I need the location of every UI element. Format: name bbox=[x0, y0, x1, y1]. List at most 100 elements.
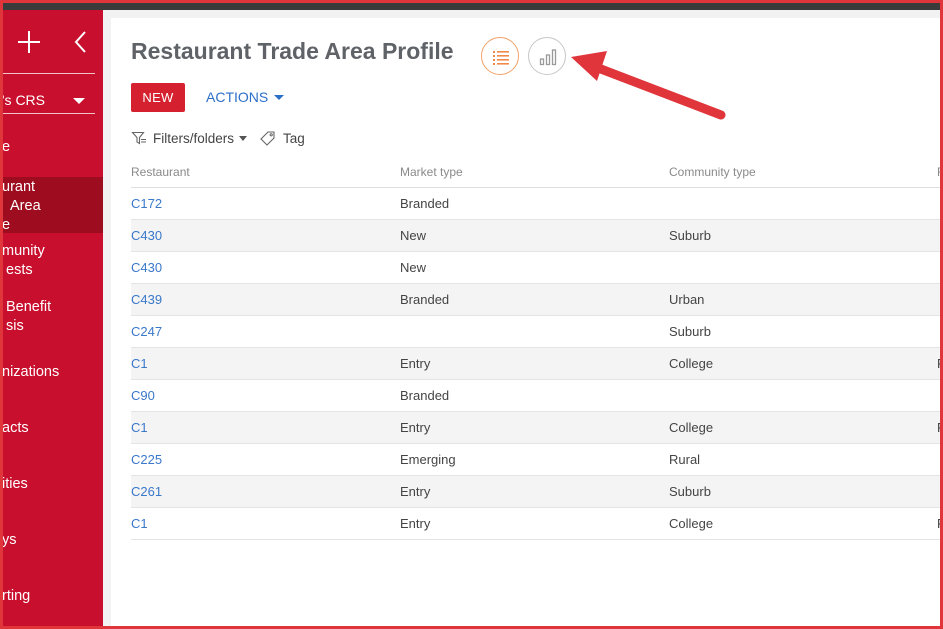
cell-restaurant[interactable]: C90 bbox=[131, 388, 155, 403]
table-row[interactable]: C247 Suburb bbox=[131, 316, 940, 348]
table-row[interactable]: C1 Entry College F bbox=[131, 348, 940, 380]
sidebar-item-restaurant-trade-area-profile[interactable]: urant Area e bbox=[3, 177, 103, 233]
sidebar-item-label: ities bbox=[3, 476, 28, 492]
tag-label: Tag bbox=[283, 130, 305, 146]
sidebar-item-label: urant bbox=[3, 179, 36, 195]
sidebar-item-cost-benefit-analysis[interactable]: Benefit sis bbox=[3, 298, 103, 338]
cell-market-type: Entry bbox=[400, 484, 431, 499]
top-bar bbox=[3, 3, 940, 10]
bar-chart-icon bbox=[539, 49, 557, 66]
table-row[interactable]: C172 Branded bbox=[131, 188, 940, 220]
cell-market-type: Entry bbox=[400, 356, 431, 371]
column-header-market-type[interactable]: Market type bbox=[400, 165, 463, 179]
cell-market-type: Branded bbox=[400, 196, 450, 211]
filter-bar: Filters/folders Tag bbox=[131, 128, 305, 148]
sidebar-item-label: Benefit bbox=[6, 299, 52, 315]
column-header-restaurant[interactable]: Restaurant bbox=[131, 165, 190, 179]
sidebar-item-surveys[interactable]: ys bbox=[3, 531, 103, 553]
cell-market-type: Entry bbox=[400, 516, 431, 531]
new-button[interactable]: NEW bbox=[131, 83, 185, 112]
grid-header: Restaurant Market type Community type R bbox=[131, 156, 940, 188]
sidebar-item-label: ests bbox=[6, 262, 33, 278]
grid-body: C172 Branded C430 New Suburb C430 New C439 Brand… bbox=[131, 188, 940, 540]
workspace-label: 's CRS bbox=[3, 92, 45, 108]
sidebar-divider bbox=[3, 73, 95, 74]
actions-label: ACTIONS bbox=[206, 89, 269, 105]
filters-folders-button[interactable]: Filters/folders bbox=[131, 130, 248, 146]
cell-community-type: Rural bbox=[669, 452, 701, 467]
filter-icon bbox=[131, 131, 146, 145]
cell-restaurant[interactable]: C430 bbox=[131, 228, 162, 243]
table-row[interactable]: C439 Branded Urban bbox=[131, 284, 940, 316]
cell-community-type: College bbox=[669, 516, 714, 531]
cell-community-type: Urban bbox=[669, 292, 705, 307]
list-view-button[interactable] bbox=[481, 37, 519, 75]
sidebar-item-activities[interactable]: ities bbox=[3, 475, 103, 497]
cell-market-type: Emerging bbox=[400, 452, 456, 467]
cell-market-type: Entry bbox=[400, 420, 431, 435]
data-grid: Restaurant Market type Community type R … bbox=[131, 156, 940, 540]
chevron-down-icon bbox=[73, 98, 85, 104]
cell-restaurant[interactable]: C439 bbox=[131, 292, 162, 307]
actions-button[interactable]: ACTIONS bbox=[206, 83, 285, 112]
sidebar-item-label: ys bbox=[3, 532, 17, 548]
table-row[interactable]: C430 New Suburb bbox=[131, 220, 940, 252]
column-header-truncated[interactable]: R bbox=[937, 165, 940, 179]
cell-truncated: F bbox=[937, 420, 940, 435]
sidebar-item-label: rting bbox=[3, 588, 31, 604]
main-area: Restaurant Trade Area Profile NEW ACTION… bbox=[103, 10, 940, 626]
table-row[interactable]: C1 Entry College F bbox=[131, 412, 940, 444]
cell-market-type: Branded bbox=[400, 292, 450, 307]
column-header-community-type[interactable]: Community type bbox=[669, 165, 756, 179]
caret-down-icon bbox=[274, 94, 285, 100]
sidebar-item-label: Area bbox=[10, 198, 41, 214]
cell-market-type: New bbox=[400, 228, 427, 243]
workspace-selector[interactable]: 's CRS bbox=[3, 80, 95, 120]
analytics-view-button[interactable] bbox=[528, 37, 566, 75]
tag-button[interactable]: Tag bbox=[259, 130, 305, 146]
app-window: 's CRS e urant Area e munity ests Benefi… bbox=[0, 0, 943, 629]
sidebar-header bbox=[3, 10, 103, 72]
filters-folders-label: Filters/folders bbox=[153, 130, 235, 146]
sidebar-item-reporting[interactable]: rting bbox=[3, 587, 103, 609]
sidebar-item-label: sis bbox=[6, 318, 24, 334]
cell-restaurant[interactable]: C1 bbox=[131, 516, 148, 531]
sidebar-item-community-interests[interactable]: munity ests bbox=[3, 242, 103, 282]
table-row[interactable]: C1 Entry College F bbox=[131, 508, 940, 540]
table-row[interactable]: C430 New bbox=[131, 252, 940, 284]
cell-community-type: College bbox=[669, 420, 714, 435]
cell-restaurant[interactable]: C430 bbox=[131, 260, 162, 275]
sidebar: 's CRS e urant Area e munity ests Benefi… bbox=[3, 10, 103, 626]
chevron-left-icon[interactable] bbox=[73, 30, 89, 54]
content-panel: Restaurant Trade Area Profile NEW ACTION… bbox=[111, 18, 940, 626]
cell-restaurant[interactable]: C1 bbox=[131, 356, 148, 371]
plus-icon[interactable] bbox=[18, 31, 40, 53]
sidebar-item-home[interactable]: e bbox=[3, 138, 103, 160]
sidebar-item-label: munity bbox=[3, 243, 45, 259]
caret-down-icon bbox=[239, 135, 248, 141]
cell-restaurant[interactable]: C261 bbox=[131, 484, 162, 499]
cell-restaurant[interactable]: C1 bbox=[131, 420, 148, 435]
table-row[interactable]: C90 Branded bbox=[131, 380, 940, 412]
table-row[interactable]: C261 Entry Suburb bbox=[131, 476, 940, 508]
sidebar-item-label: e bbox=[3, 138, 102, 157]
cell-community-type: Suburb bbox=[669, 484, 711, 499]
sidebar-item-label: acts bbox=[3, 420, 29, 436]
cell-market-type: Branded bbox=[400, 388, 450, 403]
sidebar-divider bbox=[3, 113, 95, 114]
cell-community-type: College bbox=[669, 356, 714, 371]
annotation-arrow bbox=[571, 51, 726, 120]
list-icon bbox=[493, 51, 509, 65]
sidebar-item-contacts[interactable]: acts bbox=[3, 419, 103, 441]
cell-restaurant[interactable]: C247 bbox=[131, 324, 162, 339]
cell-market-type: New bbox=[400, 260, 427, 275]
cell-truncated: F bbox=[937, 516, 940, 531]
cell-truncated: F bbox=[937, 356, 940, 371]
cell-restaurant[interactable]: C172 bbox=[131, 196, 162, 211]
cell-community-type: Suburb bbox=[669, 324, 711, 339]
cell-restaurant[interactable]: C225 bbox=[131, 452, 162, 467]
sidebar-item-label: nizations bbox=[3, 364, 60, 380]
page-title: Restaurant Trade Area Profile bbox=[131, 38, 454, 64]
table-row[interactable]: C225 Emerging Rural bbox=[131, 444, 940, 476]
sidebar-item-organizations[interactable]: nizations bbox=[3, 363, 103, 385]
